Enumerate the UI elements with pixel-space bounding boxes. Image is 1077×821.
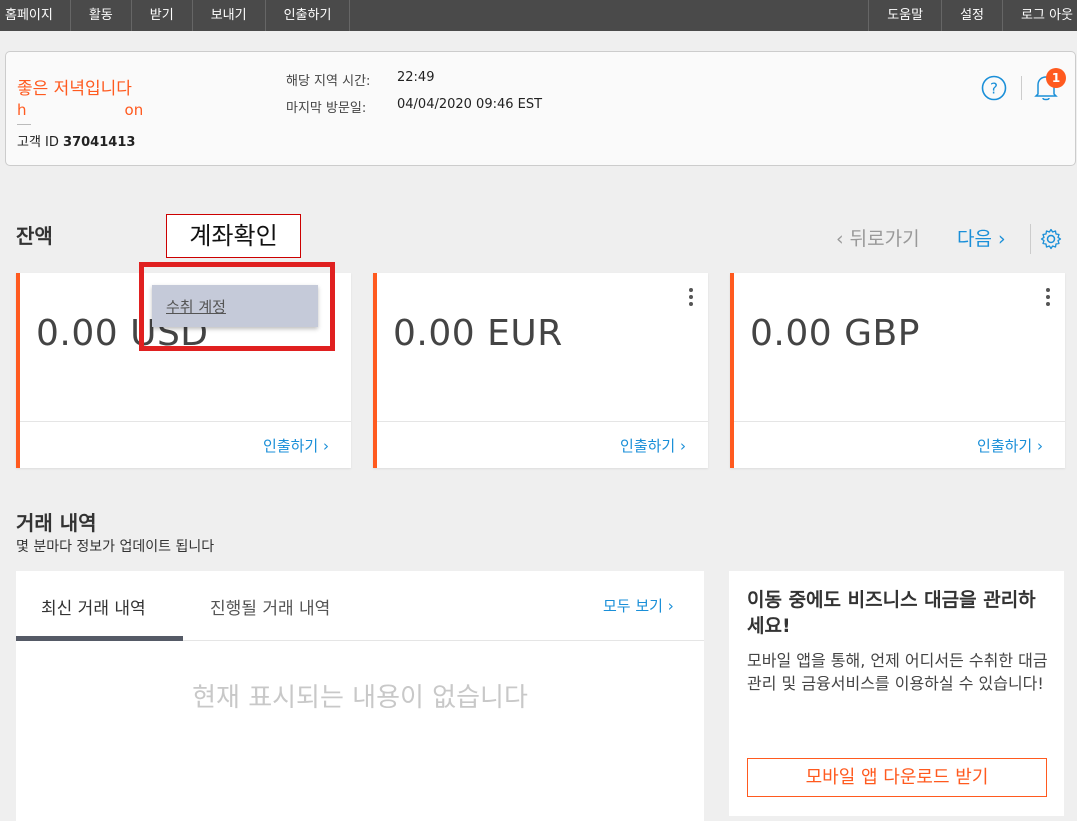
header-separator: [1021, 76, 1022, 100]
withdraw-link[interactable]: 인출하기 ›: [263, 435, 329, 456]
mobile-app-promo: 이동 중에도 비즈니스 대금을 관리하세요! 모바일 앱을 통해, 언제 어디서…: [729, 571, 1064, 816]
notification-badge: 1: [1046, 68, 1066, 88]
withdraw-link[interactable]: 인출하기 ›: [620, 435, 686, 456]
card-divider: [20, 421, 351, 422]
more-options-icon[interactable]: [688, 288, 694, 308]
promo-body: 모바일 앱을 통해, 언제 어디서든 수취한 대금관리 및 금융서비스를 이용하…: [747, 651, 1048, 693]
transaction-tabs: 최신 거래 내역 진행될 거래 내역 모두 보기 ›: [16, 571, 704, 641]
balance-amount: 0.00 EUR: [393, 313, 563, 354]
username: h on: [17, 101, 147, 119]
active-tab-indicator: [16, 636, 183, 641]
welcome-card: 좋은 저녁입니다 h on 고객 ID 37041413 해당 지역 시간: 22…: [5, 51, 1076, 166]
nav-activity[interactable]: 활동: [71, 0, 132, 31]
promo-title: 이동 중에도 비즈니스 대금을 관리하세요!: [747, 589, 1036, 637]
nav-right: 도움말 설정 로그 아웃: [868, 0, 1077, 31]
username-start: h: [17, 101, 27, 119]
local-time-value: 22:49: [397, 70, 435, 85]
svg-text:?: ?: [990, 80, 998, 98]
transactions-subtitle: 몇 분마다 정보가 업데이트 됩니다: [16, 539, 215, 555]
gear-icon[interactable]: [1040, 228, 1062, 250]
annotation-label: 계좌확인: [166, 214, 301, 258]
tab-recent[interactable]: 최신 거래 내역: [41, 594, 146, 619]
nav-settings[interactable]: 설정: [941, 0, 1002, 31]
nav-receive[interactable]: 받기: [132, 0, 193, 31]
username-end: on: [124, 101, 144, 119]
pager-separator: [1030, 224, 1031, 254]
prev-button[interactable]: ‹ 뒤로가기: [836, 224, 920, 251]
customer-id: 고객 ID 37041413: [17, 131, 135, 150]
highlight-frame: [139, 262, 335, 351]
balance-card-gbp: 0.00 GBP 인출하기 ›: [730, 273, 1065, 468]
redaction-mark: [17, 124, 31, 125]
download-app-button[interactable]: 모바일 앱 다운로드 받기: [747, 758, 1047, 797]
nav-left: 홈페이지 활동 받기 보내기 인출하기: [0, 0, 351, 31]
nav-withdraw[interactable]: 인출하기: [266, 0, 351, 31]
tab-pending[interactable]: 진행될 거래 내역: [210, 594, 330, 619]
more-options-icon[interactable]: [1045, 288, 1051, 308]
balance-title: 잔액: [16, 224, 53, 248]
last-visit-value: 04/04/2020 09:46 EST: [397, 97, 543, 112]
card-divider: [377, 421, 708, 422]
withdraw-link[interactable]: 인출하기 ›: [977, 435, 1043, 456]
last-visit-label: 마지막 방문일:: [286, 101, 367, 116]
empty-state-message: 현재 표시되는 내용이 없습니다: [192, 683, 528, 713]
next-button[interactable]: 다음 ›: [957, 224, 1006, 251]
balance-card-eur: 0.00 EUR 인출하기 ›: [373, 273, 708, 468]
help-icon[interactable]: ?: [981, 75, 1007, 101]
transactions-title: 거래 내역: [16, 511, 97, 535]
nav-logout[interactable]: 로그 아웃: [1002, 0, 1077, 31]
view-all-link[interactable]: 모두 보기 ›: [603, 595, 674, 616]
greeting: 좋은 저녁입니다: [17, 79, 132, 99]
balance-amount: 0.00 GBP: [750, 313, 920, 354]
nav-help[interactable]: 도움말: [868, 0, 941, 31]
card-divider: [734, 421, 1065, 422]
customer-id-label: 고객 ID: [17, 135, 59, 150]
nav-send[interactable]: 보내기: [193, 0, 266, 31]
customer-id-value: 37041413: [63, 135, 136, 150]
local-time-label: 해당 지역 시간:: [286, 74, 371, 89]
top-nav: 홈페이지 활동 받기 보내기 인출하기 도움말 설정 로그 아웃: [0, 0, 1077, 31]
transactions-card: 최신 거래 내역 진행될 거래 내역 모두 보기 › 현재 표시되는 내용이 없…: [16, 571, 704, 821]
nav-home[interactable]: 홈페이지: [0, 0, 71, 31]
